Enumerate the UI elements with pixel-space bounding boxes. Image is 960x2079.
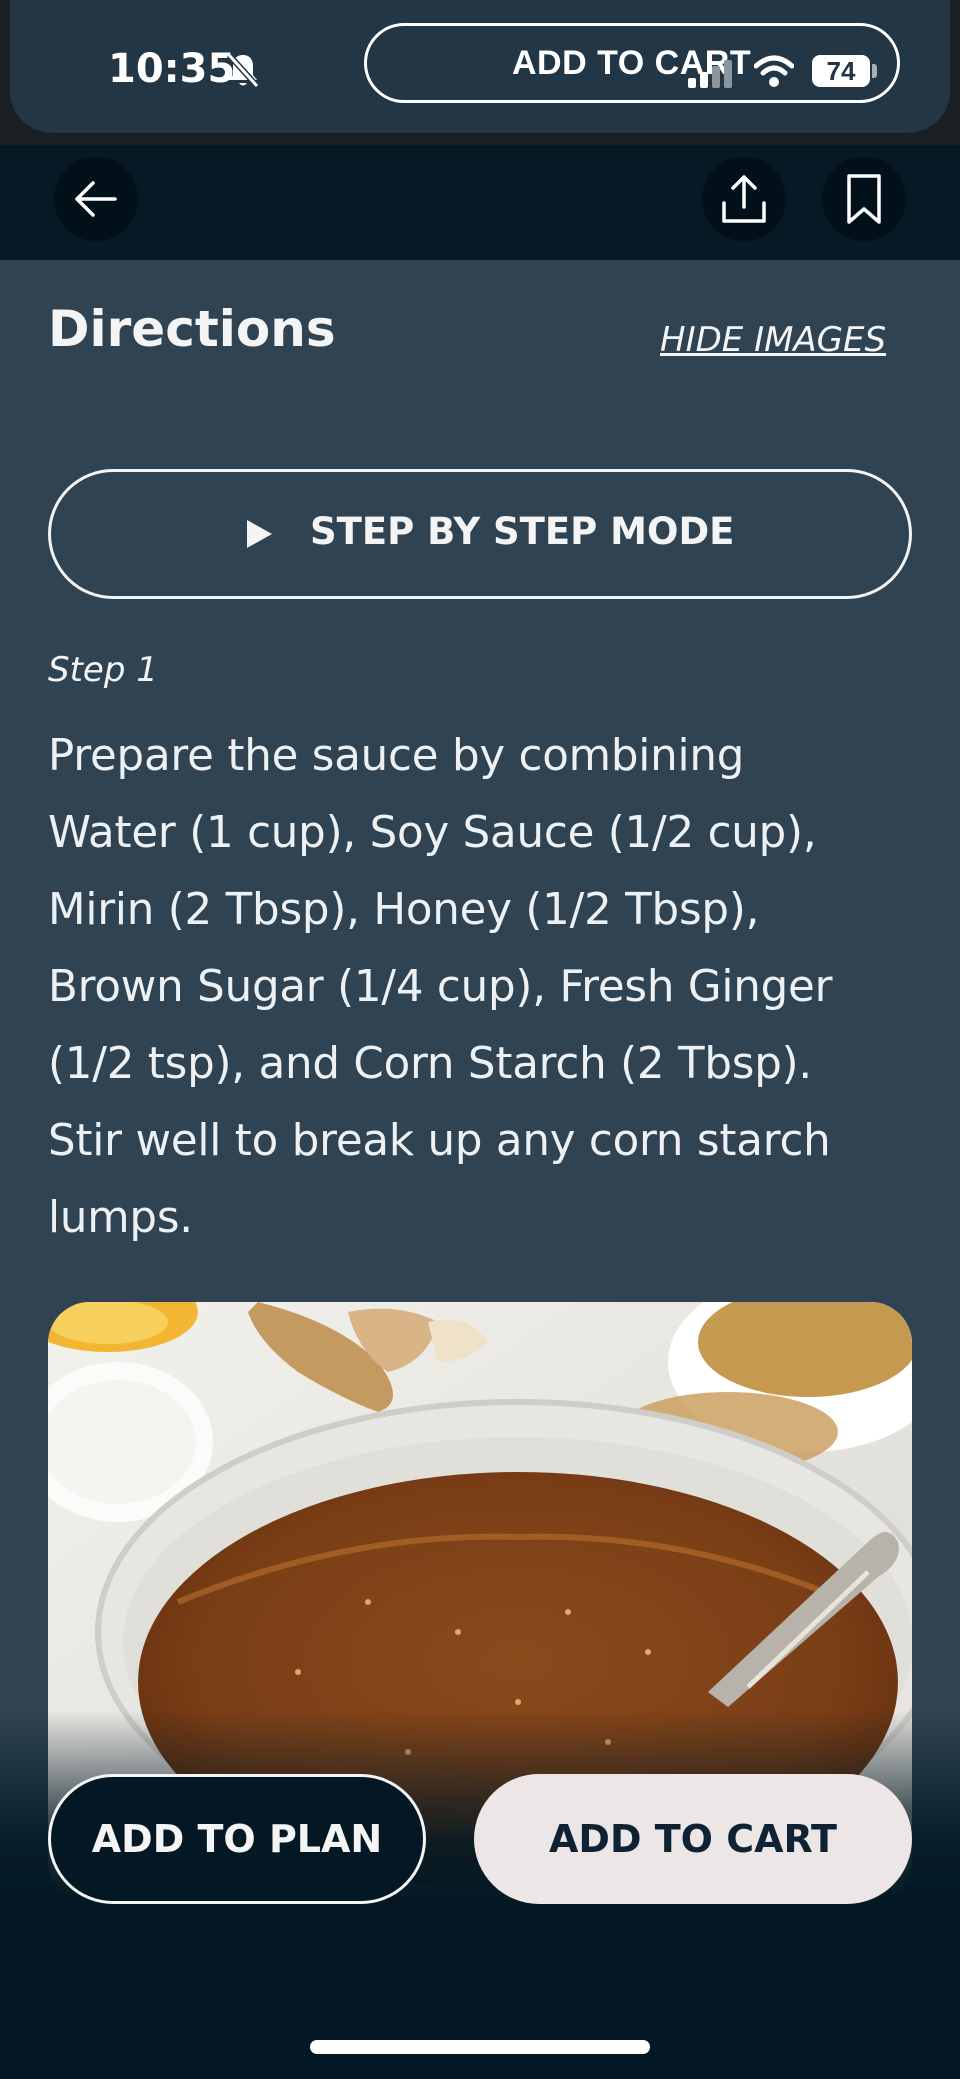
hide-images-link[interactable]: HIDE IMAGES <box>660 320 886 360</box>
back-button[interactable] <box>54 157 138 241</box>
bell-off-icon <box>226 52 260 89</box>
recipe-directions-screen: 10:35 ADD TO CART 74 Directions HIDE IMA… <box>0 0 960 2079</box>
status-time: 10:35 <box>108 46 236 92</box>
directions-heading: Directions <box>48 300 336 358</box>
status-bar-backdrop: 10:35 ADD TO CART 74 <box>0 0 960 145</box>
play-icon <box>247 520 272 548</box>
add-to-cart-button[interactable]: ADD TO CART <box>474 1774 912 1904</box>
add-to-plan-label: ADD TO PLAN <box>91 1817 383 1861</box>
signal-icon <box>688 60 732 88</box>
back-arrow-icon <box>75 181 117 217</box>
top-nav-bar <box>0 145 960 260</box>
bookmark-icon <box>847 174 881 224</box>
add-to-cart-label: ADD TO CART <box>549 1817 837 1861</box>
battery-icon: 74 <box>812 55 870 87</box>
step-number-label: Step 1 <box>48 650 158 690</box>
bookmark-button[interactable] <box>822 157 906 241</box>
battery-nub <box>872 64 877 78</box>
share-icon <box>722 175 766 223</box>
share-button[interactable] <box>702 157 786 241</box>
add-to-plan-button[interactable]: ADD TO PLAN <box>48 1774 426 1904</box>
step-instructions: Prepare the sauce by combining Water (1 … <box>48 731 833 1243</box>
home-indicator[interactable] <box>310 2040 650 2054</box>
wifi-icon <box>754 55 794 87</box>
step-by-step-mode-label: STEP BY STEP MODE <box>310 510 735 553</box>
